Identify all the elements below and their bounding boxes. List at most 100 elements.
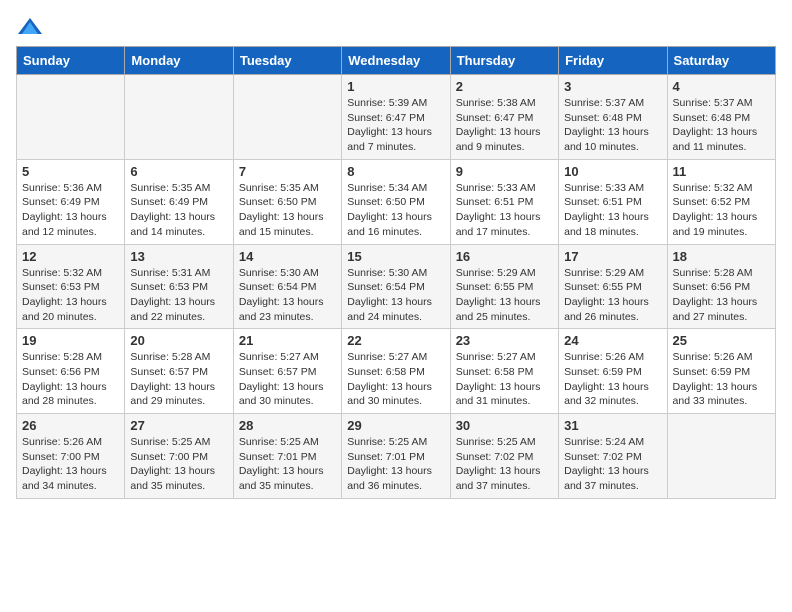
column-header-friday: Friday (559, 47, 667, 75)
day-number: 22 (347, 333, 444, 348)
logo (16, 16, 48, 38)
day-info: Sunrise: 5:30 AM Sunset: 6:54 PM Dayligh… (239, 266, 336, 325)
day-number: 15 (347, 249, 444, 264)
calendar-week-row: 1 Sunrise: 5:39 AM Sunset: 6:47 PM Daylig… (17, 75, 776, 160)
day-info: Sunrise: 5:35 AM Sunset: 6:50 PM Dayligh… (239, 181, 336, 240)
day-info: Sunrise: 5:29 AM Sunset: 6:55 PM Dayligh… (456, 266, 553, 325)
day-number: 19 (22, 333, 119, 348)
day-number: 8 (347, 164, 444, 179)
calendar-week-row: 12Sunrise: 5:32 AM Sunset: 6:53 PM Dayli… (17, 244, 776, 329)
day-number: 11 (673, 164, 770, 179)
column-header-monday: Monday (125, 47, 233, 75)
day-info: Sunrise: 5:31 AM Sunset: 6:53 PM Dayligh… (130, 266, 227, 325)
calendar-cell: 1 Sunrise: 5:39 AM Sunset: 6:47 PM Daylig… (342, 75, 450, 160)
day-info: Sunrise: 5:36 AM Sunset: 6:49 PM Dayligh… (22, 181, 119, 240)
calendar-cell: 22 Sunrise: 5:27 AM Sunset: 6:58 PM Dayli… (342, 329, 450, 414)
day-info: Sunrise: 5:24 AM Sunset: 7:02 PM Dayligh… (564, 435, 661, 494)
day-info: Sunrise: 5:25 AM Sunset: 7:02 PM Dayligh… (456, 435, 553, 494)
day-number: 3 (564, 79, 661, 94)
day-info: Sunrise: 5:28 AM Sunset: 6:56 PM Dayligh… (22, 350, 119, 409)
day-number: 1 (347, 79, 444, 94)
day-info: Sunrise: 5:30 AM Sunset: 6:54 PM Dayligh… (347, 266, 444, 325)
column-header-saturday: Saturday (667, 47, 775, 75)
calendar-cell: 2 Sunrise: 5:38 AM Sunset: 6:47 PM Daylig… (450, 75, 558, 160)
day-number: 7 (239, 164, 336, 179)
calendar-cell: 26 Sunrise: 5:26 AM Sunset: 7:00 PM Dayli… (17, 414, 125, 499)
calendar-cell: 15 Sunrise: 5:30 AM Sunset: 6:54 PM Dayli… (342, 244, 450, 329)
day-number: 2 (456, 79, 553, 94)
calendar-cell: 3Sunrise: 5:37 AM Sunset: 6:48 PM Daylig… (559, 75, 667, 160)
calendar-cell: 16 Sunrise: 5:29 AM Sunset: 6:55 PM Dayli… (450, 244, 558, 329)
calendar-cell (125, 75, 233, 160)
calendar-cell: 29Sunrise: 5:25 AM Sunset: 7:01 PM Dayli… (342, 414, 450, 499)
calendar-cell (17, 75, 125, 160)
day-info: Sunrise: 5:26 AM Sunset: 6:59 PM Dayligh… (673, 350, 770, 409)
day-number: 28 (239, 418, 336, 433)
calendar-cell: 18Sunrise: 5:28 AM Sunset: 6:56 PM Dayli… (667, 244, 775, 329)
day-info: Sunrise: 5:39 AM Sunset: 6:47 PM Dayligh… (347, 96, 444, 155)
calendar-cell: 13Sunrise: 5:31 AM Sunset: 6:53 PM Dayli… (125, 244, 233, 329)
day-number: 25 (673, 333, 770, 348)
calendar-cell: 19 Sunrise: 5:28 AM Sunset: 6:56 PM Dayli… (17, 329, 125, 414)
calendar-cell: 4 Sunrise: 5:37 AM Sunset: 6:48 PM Daylig… (667, 75, 775, 160)
day-info: Sunrise: 5:26 AM Sunset: 6:59 PM Dayligh… (564, 350, 661, 409)
calendar-cell: 17Sunrise: 5:29 AM Sunset: 6:55 PM Dayli… (559, 244, 667, 329)
day-info: Sunrise: 5:35 AM Sunset: 6:49 PM Dayligh… (130, 181, 227, 240)
day-number: 9 (456, 164, 553, 179)
calendar-cell: 6Sunrise: 5:35 AM Sunset: 6:49 PM Daylig… (125, 159, 233, 244)
calendar-cell: 9 Sunrise: 5:33 AM Sunset: 6:51 PM Daylig… (450, 159, 558, 244)
day-info: Sunrise: 5:33 AM Sunset: 6:51 PM Dayligh… (456, 181, 553, 240)
calendar-cell: 30 Sunrise: 5:25 AM Sunset: 7:02 PM Dayli… (450, 414, 558, 499)
calendar-cell (233, 75, 341, 160)
calendar-cell: 25 Sunrise: 5:26 AM Sunset: 6:59 PM Dayli… (667, 329, 775, 414)
page-header (16, 16, 776, 38)
day-info: Sunrise: 5:27 AM Sunset: 6:57 PM Dayligh… (239, 350, 336, 409)
calendar-cell: 7 Sunrise: 5:35 AM Sunset: 6:50 PM Daylig… (233, 159, 341, 244)
day-info: Sunrise: 5:25 AM Sunset: 7:01 PM Dayligh… (239, 435, 336, 494)
day-info: Sunrise: 5:26 AM Sunset: 7:00 PM Dayligh… (22, 435, 119, 494)
day-number: 27 (130, 418, 227, 433)
day-number: 20 (130, 333, 227, 348)
calendar-cell: 28 Sunrise: 5:25 AM Sunset: 7:01 PM Dayli… (233, 414, 341, 499)
day-number: 29 (347, 418, 444, 433)
calendar-cell: 5 Sunrise: 5:36 AM Sunset: 6:49 PM Daylig… (17, 159, 125, 244)
calendar-cell: 27 Sunrise: 5:25 AM Sunset: 7:00 PM Dayli… (125, 414, 233, 499)
day-number: 30 (456, 418, 553, 433)
column-header-sunday: Sunday (17, 47, 125, 75)
calendar-cell: 31 Sunrise: 5:24 AM Sunset: 7:02 PM Dayli… (559, 414, 667, 499)
day-info: Sunrise: 5:27 AM Sunset: 6:58 PM Dayligh… (347, 350, 444, 409)
day-number: 18 (673, 249, 770, 264)
calendar-header-row: SundayMondayTuesdayWednesdayThursdayFrid… (17, 47, 776, 75)
day-info: Sunrise: 5:38 AM Sunset: 6:47 PM Dayligh… (456, 96, 553, 155)
column-header-tuesday: Tuesday (233, 47, 341, 75)
column-header-thursday: Thursday (450, 47, 558, 75)
day-number: 12 (22, 249, 119, 264)
day-number: 17 (564, 249, 661, 264)
day-number: 5 (22, 164, 119, 179)
calendar-cell: 20 Sunrise: 5:28 AM Sunset: 6:57 PM Dayli… (125, 329, 233, 414)
day-number: 26 (22, 418, 119, 433)
day-number: 10 (564, 164, 661, 179)
day-info: Sunrise: 5:27 AM Sunset: 6:58 PM Dayligh… (456, 350, 553, 409)
day-number: 31 (564, 418, 661, 433)
calendar-week-row: 26 Sunrise: 5:26 AM Sunset: 7:00 PM Dayli… (17, 414, 776, 499)
day-info: Sunrise: 5:32 AM Sunset: 6:52 PM Dayligh… (673, 181, 770, 240)
day-number: 21 (239, 333, 336, 348)
day-number: 4 (673, 79, 770, 94)
day-info: Sunrise: 5:28 AM Sunset: 6:57 PM Dayligh… (130, 350, 227, 409)
day-info: Sunrise: 5:33 AM Sunset: 6:51 PM Dayligh… (564, 181, 661, 240)
calendar-cell: 8 Sunrise: 5:34 AM Sunset: 6:50 PM Daylig… (342, 159, 450, 244)
day-number: 16 (456, 249, 553, 264)
calendar-cell: 10 Sunrise: 5:33 AM Sunset: 6:51 PM Dayli… (559, 159, 667, 244)
calendar-cell: 21 Sunrise: 5:27 AM Sunset: 6:57 PM Dayli… (233, 329, 341, 414)
calendar-cell: 14Sunrise: 5:30 AM Sunset: 6:54 PM Dayli… (233, 244, 341, 329)
column-header-wednesday: Wednesday (342, 47, 450, 75)
day-number: 23 (456, 333, 553, 348)
day-info: Sunrise: 5:34 AM Sunset: 6:50 PM Dayligh… (347, 181, 444, 240)
calendar-cell: 12Sunrise: 5:32 AM Sunset: 6:53 PM Dayli… (17, 244, 125, 329)
calendar-cell: 23 Sunrise: 5:27 AM Sunset: 6:58 PM Dayli… (450, 329, 558, 414)
day-info: Sunrise: 5:37 AM Sunset: 6:48 PM Dayligh… (673, 96, 770, 155)
calendar-week-row: 5 Sunrise: 5:36 AM Sunset: 6:49 PM Daylig… (17, 159, 776, 244)
generalblue-logo-icon (16, 16, 44, 38)
day-info: Sunrise: 5:25 AM Sunset: 7:00 PM Dayligh… (130, 435, 227, 494)
